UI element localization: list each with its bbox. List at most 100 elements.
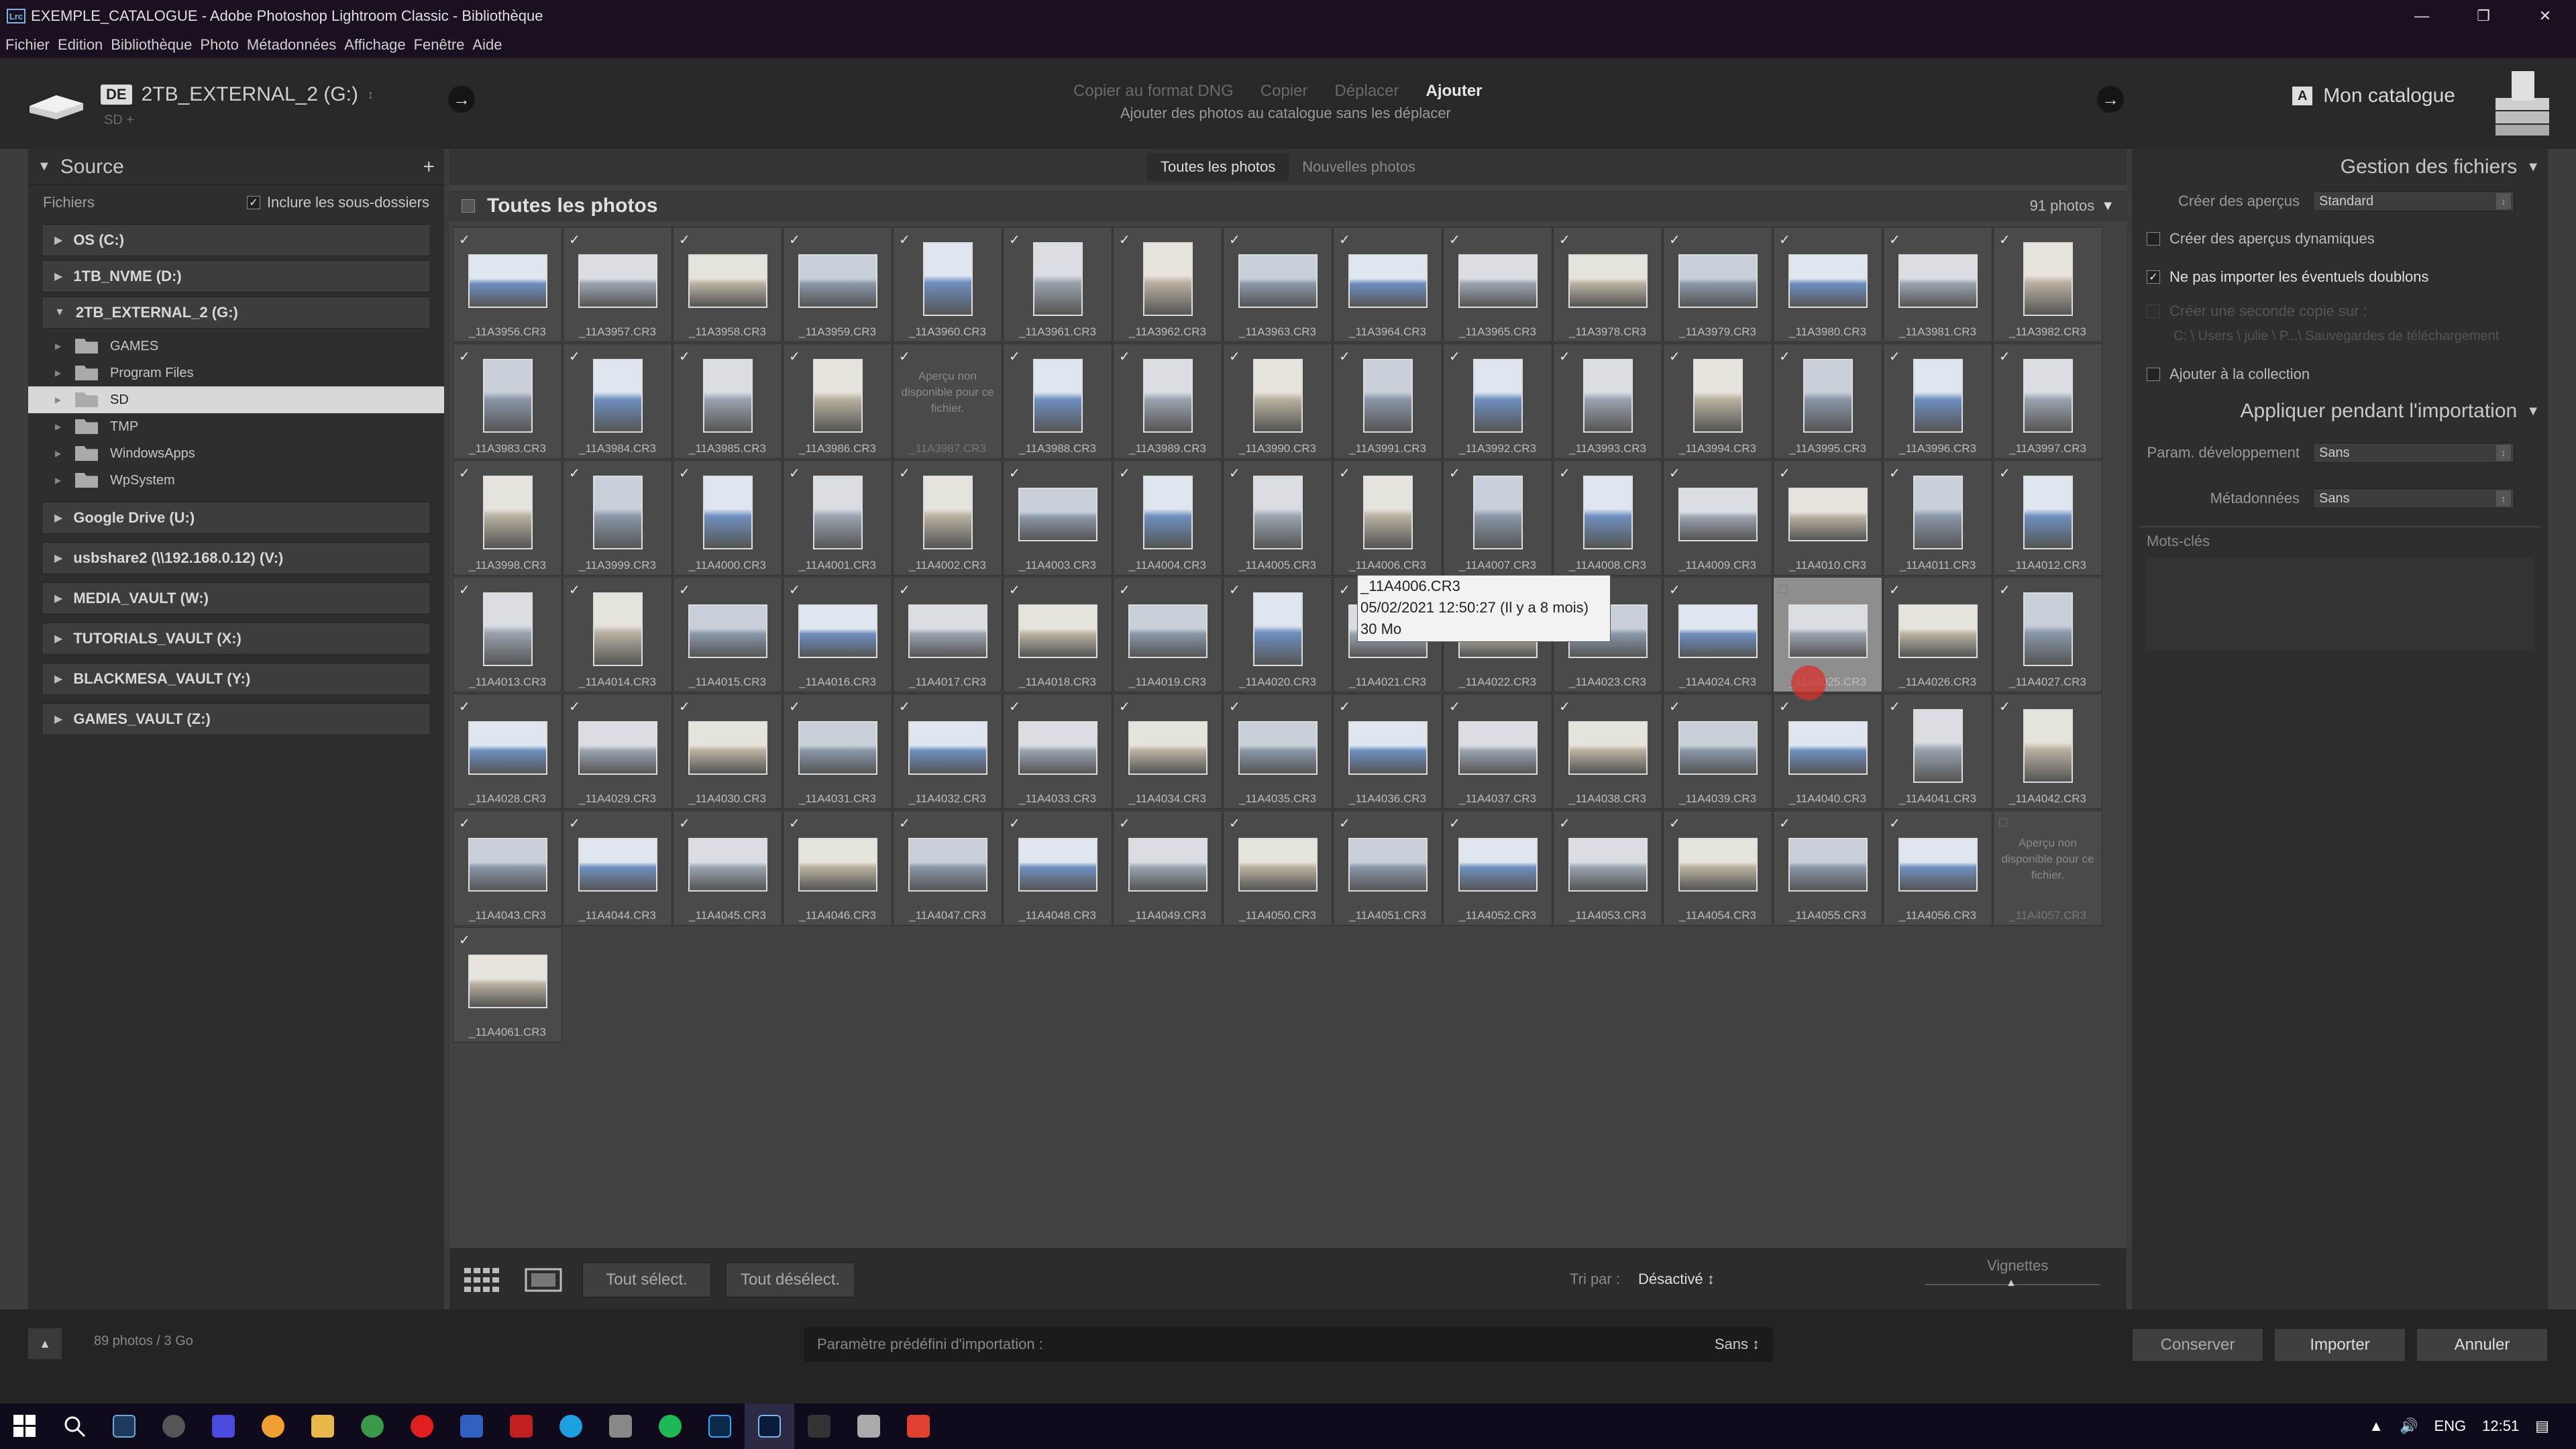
menu-metadonnees[interactable]: Métadonnées <box>247 36 336 54</box>
thumbnail-cell[interactable]: ✓ _11A4003.CR3 <box>1003 460 1112 576</box>
thumbnail-cell[interactable]: ✓ _11A4028.CR3 <box>453 694 562 809</box>
folder-windowsapps[interactable]: ▶ WindowsApps <box>28 440 444 467</box>
check-icon[interactable]: ✓ <box>1669 348 1680 365</box>
cancel-button[interactable]: Annuler <box>2416 1328 2548 1362</box>
folder-sd[interactable]: ▶ SD <box>28 386 444 413</box>
check-icon[interactable]: ✓ <box>459 698 470 715</box>
thumbnail-cell[interactable]: ✓ _11A4013.CR3 <box>453 577 562 692</box>
check-icon[interactable]: ✓ <box>1339 465 1350 482</box>
thumbnail-cell[interactable]: ✓ _11A4009.CR3 <box>1663 460 1772 576</box>
check-icon[interactable]: ✓ <box>1559 698 1570 715</box>
apply-during-import-header[interactable]: Appliquer pendant l'importation ▼ <box>2132 393 2548 429</box>
grid-view-icon[interactable] <box>463 1267 500 1293</box>
menu-photo[interactable]: Photo <box>200 36 239 54</box>
check-icon[interactable]: ✓ <box>899 698 910 715</box>
thumbnail-cell[interactable]: ✓ _11A3961.CR3 <box>1003 227 1112 342</box>
thumbnail-cell[interactable]: ✓ _11A4030.CR3 <box>673 694 782 809</box>
check-icon[interactable]: ✓ <box>1669 465 1680 482</box>
check-icon[interactable]: ✓ <box>1339 348 1350 365</box>
thumbnail-cell[interactable]: ✓ _11A3979.CR3 <box>1663 227 1772 342</box>
thumbnail-cell[interactable]: ✓ _11A3978.CR3 <box>1553 227 1662 342</box>
include-subfolders-toggle[interactable]: ✓ Inclure les sous-dossiers <box>246 194 429 211</box>
thumbnail-cell[interactable]: ✓ _11A4002.CR3 <box>893 460 1002 576</box>
check-icon[interactable]: ✓ <box>899 815 910 832</box>
check-icon[interactable]: ✓ <box>1339 815 1350 832</box>
source-panel-header[interactable]: ▼ Source + <box>28 149 444 185</box>
volume-g[interactable]: ▼ 2TB_EXTERNAL_2 (G:) <box>42 297 431 329</box>
volume-item[interactable]: ▶ MEDIA_VAULT (W:) <box>42 582 431 614</box>
thumbnail-cell[interactable]: ✓ _11A3962.CR3 <box>1113 227 1222 342</box>
thumbnail-cell[interactable]: ✓ _11A4055.CR3 <box>1773 810 1882 926</box>
check-icon[interactable]: ✓ <box>1449 231 1460 248</box>
volume-d[interactable]: ▶ 1TB_NVME (D:) <box>42 260 431 292</box>
thumbnail-cell[interactable]: ✓ _11A4010.CR3 <box>1773 460 1882 576</box>
thumbnail-cell[interactable]: ✓ _11A4052.CR3 <box>1443 810 1552 926</box>
thumbnail-cell[interactable]: ✓ _11A4017.CR3 <box>893 577 1002 692</box>
check-icon[interactable]: ✓ <box>1449 348 1460 365</box>
thumbnail-cell[interactable]: ✓ _11A3964.CR3 <box>1333 227 1442 342</box>
check-icon[interactable]: ✓ <box>459 815 470 832</box>
check-icon[interactable]: ✓ <box>1779 698 1790 715</box>
check-icon[interactable]: ✓ <box>569 815 580 832</box>
check-icon[interactable]: ✓ <box>1889 582 1900 598</box>
thumbnail-size-slider[interactable]: ▲ <box>1925 1277 2100 1289</box>
check-icon[interactable]: ✓ <box>789 698 800 715</box>
thumbnail-cell[interactable]: ✓ _11A4045.CR3 <box>673 810 782 926</box>
check-icon[interactable]: ✓ <box>1559 815 1570 832</box>
check-icon[interactable]: ✓ <box>789 348 800 365</box>
thumbnail-cell[interactable]: ✓ _11A3989.CR3 <box>1113 343 1222 459</box>
check-icon[interactable]: ✓ <box>1889 815 1900 832</box>
slider-handle[interactable]: ▲ <box>2006 1277 2017 1289</box>
app-task-icon[interactable] <box>248 1403 298 1449</box>
check-icon[interactable]: ✓ <box>1559 465 1570 482</box>
deselect-all-button[interactable]: Tout désélect. <box>726 1263 855 1297</box>
restore-icon[interactable]: ❐ <box>2453 0 2514 32</box>
search-icon[interactable] <box>50 1403 99 1449</box>
app-task-icon[interactable] <box>894 1403 943 1449</box>
thumbnail-cell[interactable]: ✓ _11A4012.CR3 <box>1993 460 2102 576</box>
thumbnail-cell[interactable]: ✓ _11A3998.CR3 <box>453 460 562 576</box>
minimize-icon[interactable]: — <box>2391 0 2453 32</box>
filezilla-icon[interactable] <box>496 1403 546 1449</box>
check-icon[interactable]: ✓ <box>679 465 690 482</box>
thumbnail-cell[interactable]: ✓ _11A3959.CR3 <box>783 227 892 342</box>
check-icon[interactable]: ✓ <box>1229 231 1240 248</box>
thumbnail-cell[interactable]: ✓ _11A4041.CR3 <box>1883 694 1992 809</box>
thumbnail-cell[interactable]: ✓ _11A4018.CR3 <box>1003 577 1112 692</box>
check-icon[interactable]: ✓ <box>1669 231 1680 248</box>
app-task-icon[interactable] <box>596 1403 645 1449</box>
thumbnail-cell[interactable]: ✓ _11A4006.CR3 <box>1333 460 1442 576</box>
check-icon[interactable]: ✓ <box>899 231 910 248</box>
thumbnail-cell[interactable]: ✓ Aperçu non disponible pour ce fichier. _… <box>893 343 1002 459</box>
thumbnail-cell[interactable]: ✓ _11A3985.CR3 <box>673 343 782 459</box>
volume-c[interactable]: ▶ OS (C:) <box>42 224 431 256</box>
check-icon[interactable]: ✓ <box>1009 231 1020 248</box>
check-icon[interactable]: ✓ <box>1669 698 1680 715</box>
check-icon[interactable]: ✓ <box>1779 348 1790 365</box>
check-icon[interactable]: ✓ <box>569 231 580 248</box>
thumbnail-cell[interactable]: ✓ _11A3994.CR3 <box>1663 343 1772 459</box>
thumbnail-cell[interactable]: ✓ _11A3984.CR3 <box>563 343 672 459</box>
check-icon[interactable]: ✓ <box>1999 465 2010 482</box>
menu-edition[interactable]: Edition <box>58 36 103 54</box>
thumbnail-cell[interactable]: ✓ _11A4029.CR3 <box>563 694 672 809</box>
triangle-down-icon[interactable]: ▼ <box>2101 199 2114 214</box>
thumbnail-cell[interactable]: ✓ _11A4047.CR3 <box>893 810 1002 926</box>
previews-select[interactable]: Standard ↕ <box>2313 191 2514 211</box>
select-all-button[interactable]: Tout sélect. <box>582 1263 711 1297</box>
thumbnail-cell[interactable]: ✓ _11A4020.CR3 <box>1223 577 1332 692</box>
windows-start-icon[interactable] <box>0 1403 50 1449</box>
app-task-icon[interactable] <box>447 1403 496 1449</box>
volume-item[interactable]: ▶ TUTORIALS_VAULT (X:) <box>42 623 431 655</box>
check-icon[interactable]: ✓ <box>1559 348 1570 365</box>
import-preset-bar[interactable]: Paramètre prédéfini d'importation : Sans… <box>804 1327 1773 1362</box>
skype-icon[interactable] <box>546 1403 596 1449</box>
check-icon[interactable]: ✓ <box>1669 582 1680 598</box>
check-icon[interactable]: ✓ <box>1669 815 1680 832</box>
check-icon[interactable]: ✓ <box>1119 582 1130 598</box>
file-handling-header[interactable]: Gestion des fichiers ▼ <box>2132 149 2548 185</box>
thumbnail-cell[interactable]: □ _11A4025.CR3 <box>1773 577 1882 692</box>
thumbnail-cell[interactable]: ✓ _11A3982.CR3 <box>1993 227 2102 342</box>
thumbnail-cell[interactable]: ✓ _11A3986.CR3 <box>783 343 892 459</box>
check-icon[interactable]: ✓ <box>679 582 690 598</box>
